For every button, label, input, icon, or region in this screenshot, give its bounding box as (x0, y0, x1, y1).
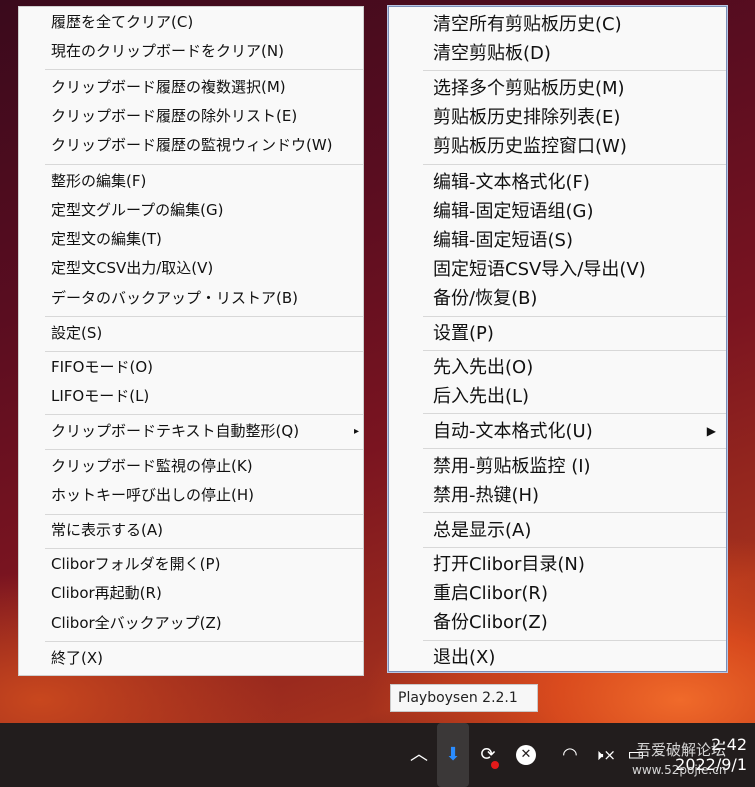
menu-item-full-backup[interactable]: Clibor全バックアップ(Z) (19, 609, 363, 638)
submenu-arrow-icon: ▸ (353, 426, 359, 437)
menu-item-backup-restore[interactable]: データのバックアップ・リストア(B) (19, 284, 363, 313)
watermark-title: 吾爱破解论坛 (636, 741, 727, 759)
watermark-url: www.52pojie.cn (632, 763, 727, 777)
close-circle-icon[interactable]: ✕ (513, 723, 539, 787)
menu-separator (423, 547, 726, 548)
close-glyph: ✕ (516, 745, 536, 765)
menu-item-edit-phrase-group[interactable]: 编辑-固定短语组(G) (389, 197, 726, 226)
menu-item-auto-format-label: 自动-文本格式化(U) (433, 421, 593, 442)
menu-separator (45, 548, 363, 549)
menu-item-exclusion-list[interactable]: クリップボード履歴の除外リスト(E) (19, 102, 363, 131)
menu-item-csv-import-export[interactable]: 定型文CSV出力/取込(V) (19, 254, 363, 283)
menu-separator (45, 641, 363, 642)
menu-separator (423, 640, 726, 641)
menu-item-auto-format-label: クリップボードテキスト自動整形(Q) (51, 422, 300, 440)
menu-separator (45, 69, 363, 70)
menu-separator (423, 70, 726, 71)
menu-item-stop-monitor[interactable]: 禁用-剪贴板监控 (I) (389, 452, 726, 481)
menu-separator (45, 164, 363, 165)
menu-item-edit-phrase[interactable]: 编辑-固定短语(S) (389, 226, 726, 255)
menu-item-restart[interactable]: 重启Clibor(R) (389, 579, 726, 608)
menu-item-restart[interactable]: Clibor再起動(R) (19, 579, 363, 608)
menu-item-settings[interactable]: 设置(P) (389, 319, 726, 348)
tray-tooltip: Playboysen 2.2.1 (390, 684, 538, 712)
menu-item-fifo-mode[interactable]: FIFOモード(O) (19, 353, 363, 382)
chevron-up-icon[interactable]: ︿ (408, 723, 430, 787)
menu-item-stop-monitor[interactable]: クリップボード監視の停止(K) (19, 452, 363, 481)
menu-item-monitor-window[interactable]: 剪贴板历史监控窗口(W) (389, 132, 726, 161)
menu-item-multi-select[interactable]: 选择多个剪贴板历史(M) (389, 74, 726, 103)
taskbar: ︿ ⬇ ⟳ ✕ ◠ 🕨× ▭ 2:42 2022/9/1 吾爱破解论坛 www.… (0, 723, 755, 787)
menu-item-auto-format[interactable]: 自动-文本格式化(U) ▶ (389, 417, 726, 446)
menu-item-clear-all-history[interactable]: 清空所有剪贴板历史(C) (389, 10, 726, 39)
menu-item-edit-format[interactable]: 编辑-文本格式化(F) (389, 168, 726, 197)
menu-item-always-on-top[interactable]: 总是显示(A) (389, 516, 726, 545)
menu-item-full-backup[interactable]: 备份Clibor(Z) (389, 608, 726, 637)
menu-item-edit-phrase[interactable]: 定型文の編集(T) (19, 225, 363, 254)
context-menu-chinese: 清空所有剪贴板历史(C) 清空剪贴板(D) 选择多个剪贴板历史(M) 剪贴板历史… (388, 6, 727, 672)
context-menu-japanese: 履歴を全てクリア(C) 現在のクリップボードをクリア(N) クリップボード履歴の… (18, 6, 364, 676)
menu-item-stop-hotkey[interactable]: ホットキー呼び出しの停止(H) (19, 481, 363, 510)
menu-item-fifo-mode[interactable]: 先入先出(O) (389, 353, 726, 382)
menu-item-lifo-mode[interactable]: LIFOモード(L) (19, 382, 363, 411)
menu-item-multi-select[interactable]: クリップボード履歴の複数選択(M) (19, 73, 363, 102)
menu-separator (423, 413, 726, 414)
menu-item-exit[interactable]: 退出(X) (389, 643, 726, 672)
menu-item-open-folder[interactable]: Cliborフォルダを開く(P) (19, 550, 363, 579)
menu-item-open-folder[interactable]: 打开Clibor目录(N) (389, 550, 726, 579)
menu-item-exit[interactable]: 終了(X) (19, 644, 363, 673)
menu-item-exclusion-list[interactable]: 剪贴板历史排除列表(E) (389, 103, 726, 132)
menu-item-backup-restore[interactable]: 备份/恢复(B) (389, 284, 726, 313)
menu-separator (45, 351, 363, 352)
menu-item-edit-phrase-group[interactable]: 定型文グループの編集(G) (19, 196, 363, 225)
menu-separator (45, 414, 363, 415)
menu-separator (45, 514, 363, 515)
menu-separator (423, 512, 726, 513)
menu-item-stop-hotkey[interactable]: 禁用-热键(H) (389, 481, 726, 510)
menu-item-clear-clipboard[interactable]: 清空剪贴板(D) (389, 39, 726, 68)
menu-separator (423, 164, 726, 165)
menu-item-csv-import-export[interactable]: 固定短语CSV导入/导出(V) (389, 255, 726, 284)
menu-separator (423, 350, 726, 351)
sync-icon[interactable]: ⟳ (475, 723, 501, 787)
submenu-arrow-icon: ▶ (706, 424, 716, 438)
menu-item-lifo-mode[interactable]: 后入先出(L) (389, 382, 726, 411)
menu-item-auto-format[interactable]: クリップボードテキスト自動整形(Q) ▸ (19, 417, 363, 446)
alert-dot-icon (491, 761, 499, 769)
menu-separator (423, 448, 726, 449)
menu-item-settings[interactable]: 設定(S) (19, 319, 363, 348)
clibor-tray-icon[interactable]: ⬇ (437, 723, 469, 787)
menu-item-always-on-top[interactable]: 常に表示する(A) (19, 516, 363, 545)
menu-item-clear-current-clipboard[interactable]: 現在のクリップボードをクリア(N) (19, 37, 363, 66)
speaker-muted-icon[interactable]: 🕨× (590, 723, 620, 787)
menu-separator (45, 449, 363, 450)
menu-item-monitor-window[interactable]: クリップボード履歴の監視ウィンドウ(W) (19, 131, 363, 160)
menu-item-clear-all-history[interactable]: 履歴を全てクリア(C) (19, 8, 363, 37)
menu-separator (423, 316, 726, 317)
menu-separator (45, 316, 363, 317)
wifi-icon[interactable]: ◠ (556, 723, 584, 787)
menu-item-edit-format[interactable]: 整形の編集(F) (19, 167, 363, 196)
